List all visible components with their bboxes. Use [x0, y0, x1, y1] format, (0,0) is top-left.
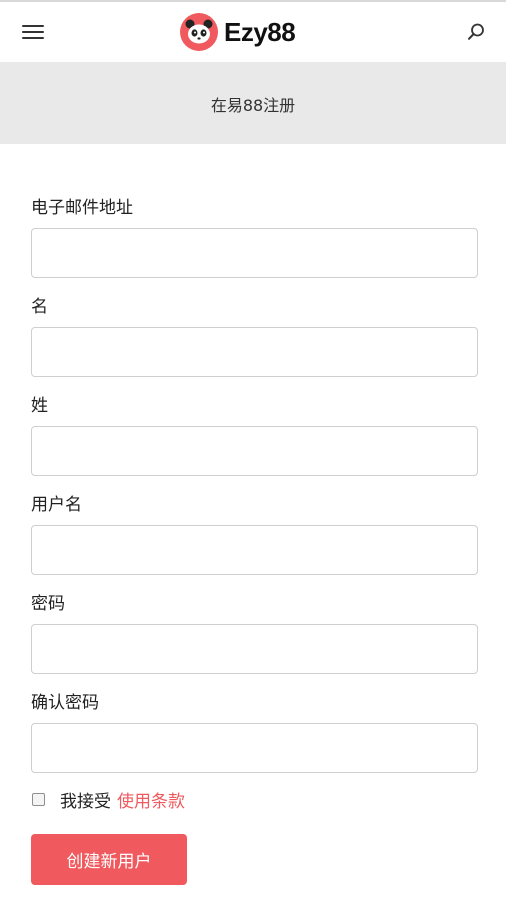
password-field[interactable] — [31, 624, 478, 674]
email-field[interactable] — [31, 228, 478, 278]
page-banner: 在易88注册 — [0, 62, 506, 144]
password-label: 密码 — [31, 594, 65, 614]
first-name-label: 名 — [31, 297, 48, 317]
hamburger-menu-icon[interactable] — [22, 23, 44, 39]
page-title: 在易88注册 — [210, 96, 296, 115]
confirm-password-label: 确认密码 — [31, 693, 99, 713]
terms-checkbox[interactable] — [32, 792, 45, 806]
registration-form: 电子邮件地址 名 姓 用户名 密码 确认密码 我接受 使用条款 创建新用户 — [31, 196, 478, 885]
confirm-password-field[interactable] — [31, 723, 478, 773]
username-label: 用户名 — [31, 495, 82, 515]
terms-row: 我接受 使用条款 — [31, 787, 478, 812]
username-field[interactable] — [31, 525, 478, 575]
terms-of-use-link[interactable]: 使用条款 — [117, 787, 185, 812]
last-name-field[interactable] — [31, 426, 478, 476]
panda-logo-icon — [180, 13, 218, 51]
create-user-button[interactable]: 创建新用户 — [31, 834, 187, 885]
last-name-label: 姓 — [31, 396, 48, 416]
site-header: Ezy88 — [0, 2, 506, 62]
terms-text: 我接受 — [60, 791, 111, 812]
search-icon[interactable] — [466, 22, 486, 42]
first-name-field[interactable] — [31, 327, 478, 377]
brand-logo[interactable]: Ezy88 — [180, 12, 296, 52]
email-label: 电子邮件地址 — [31, 198, 133, 218]
brand-name: Ezy88 — [224, 16, 296, 47]
